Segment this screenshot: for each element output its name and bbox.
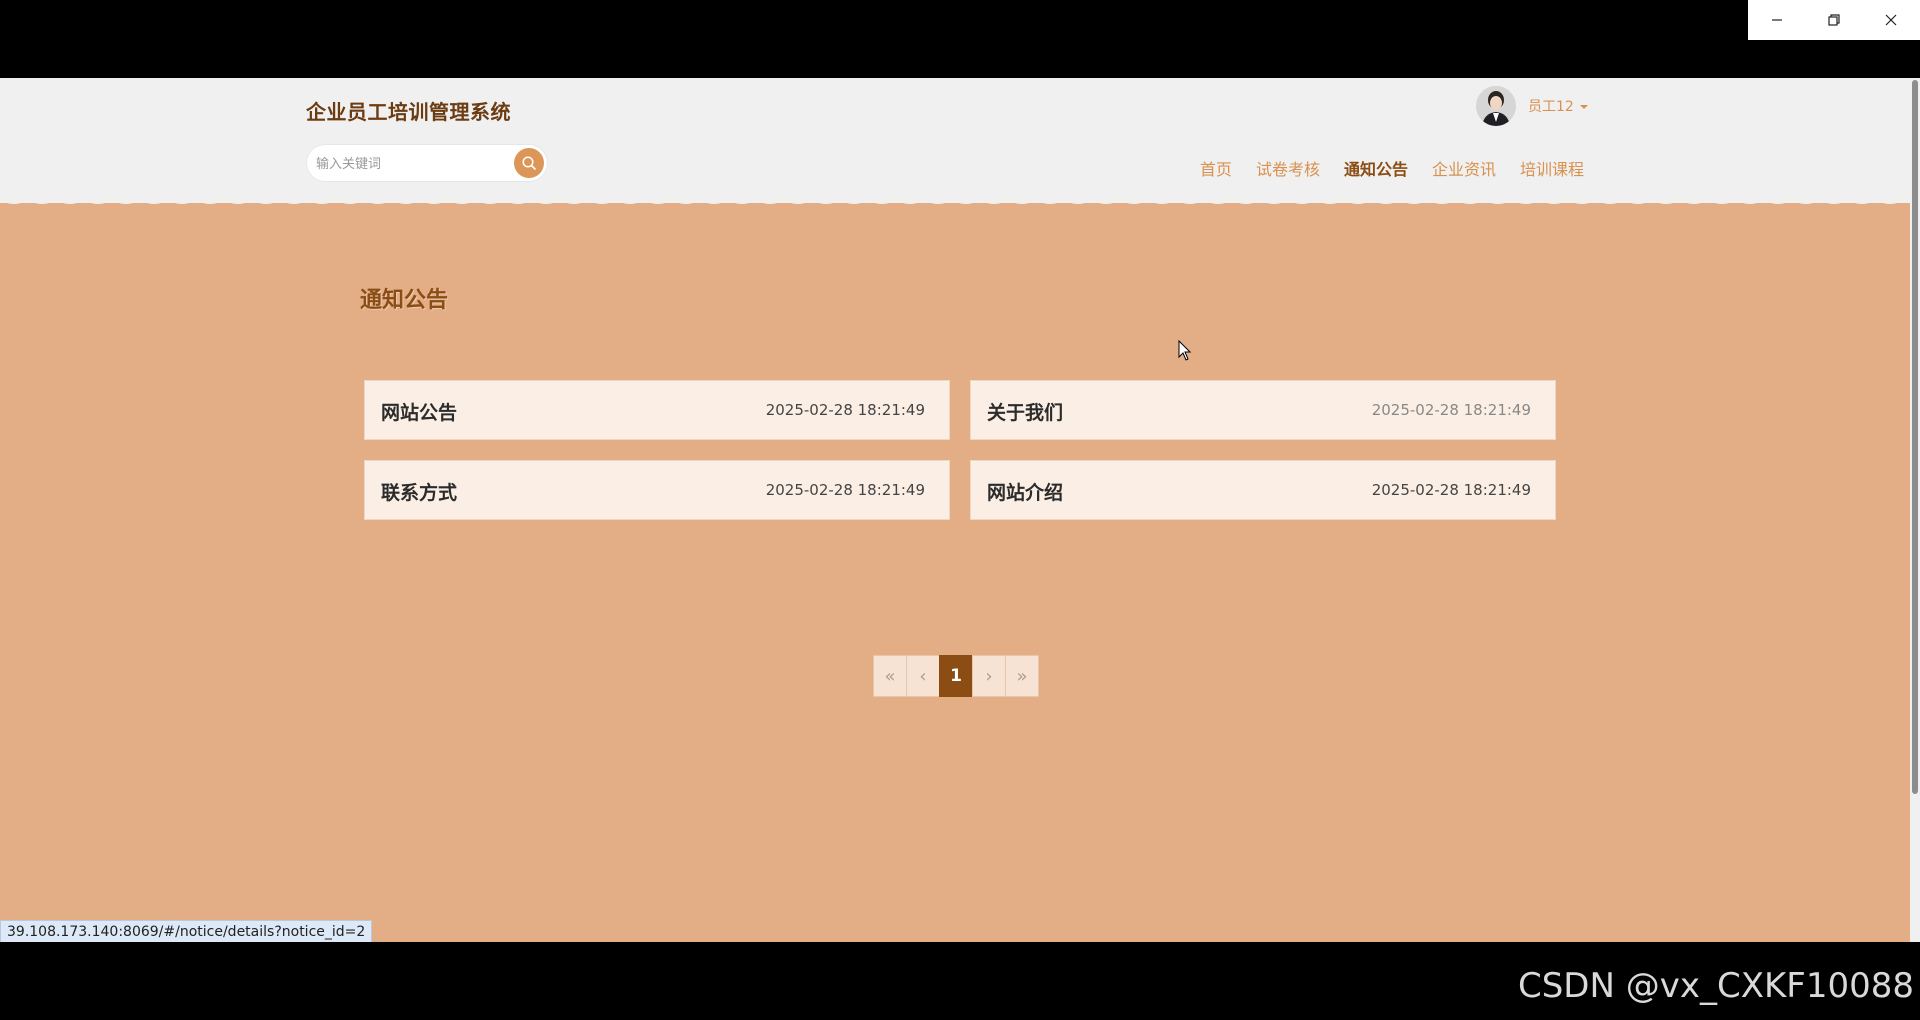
- status-bar-url: 39.108.173.140:8069/#/notice/details?not…: [0, 920, 373, 942]
- notice-title: 网站介绍: [987, 482, 1064, 504]
- notice-title: 关于我们: [987, 402, 1064, 424]
- search-input[interactable]: [314, 152, 508, 176]
- header-wave-divider: [0, 190, 1910, 204]
- window-titlebar: [0, 0, 1920, 78]
- notice-title: 网站公告: [381, 402, 458, 424]
- vertical-scrollbar[interactable]: [1910, 78, 1920, 942]
- page-title: 通知公告: [360, 288, 449, 313]
- watermark: CSDN @vx_CXKF10088: [1517, 966, 1914, 1006]
- mouse-cursor-icon: [1178, 340, 1192, 361]
- nav-courses[interactable]: 培训课程: [1508, 156, 1596, 180]
- user-menu[interactable]: 员工12: [1476, 85, 1588, 127]
- notice-title: 联系方式: [381, 482, 458, 504]
- notice-card[interactable]: 网站介绍 2025-02-28 18:21:49: [970, 460, 1556, 520]
- avatar: [1476, 86, 1516, 126]
- search-icon: [522, 156, 536, 170]
- site-title[interactable]: 企业员工培训管理系统: [306, 96, 511, 125]
- nav-exam[interactable]: 试卷考核: [1244, 156, 1332, 180]
- notice-time: 2025-02-28 18:21:49: [1371, 481, 1531, 499]
- notice-card[interactable]: 联系方式 2025-02-28 18:21:49: [364, 460, 950, 520]
- last-page-button[interactable]: »: [1005, 655, 1039, 697]
- nav-notice[interactable]: 通知公告: [1332, 156, 1420, 180]
- main-nav: 首页 试卷考核 通知公告 企业资讯 培训课程: [1188, 156, 1596, 180]
- user-name: 员工12: [1528, 99, 1574, 115]
- prev-page-button[interactable]: ‹: [906, 655, 940, 697]
- notice-time: 2025-02-28 18:21:49: [765, 481, 925, 499]
- notice-card[interactable]: 网站公告 2025-02-28 18:21:49: [364, 380, 950, 440]
- restore-icon: [1827, 14, 1840, 26]
- caret-down-icon: [1579, 105, 1588, 109]
- minimize-icon: [1771, 19, 1782, 21]
- close-icon: [1885, 14, 1896, 26]
- browser-viewport: 企业员工培训管理系统 员工12: [0, 78, 1920, 942]
- window-controls: [1748, 0, 1920, 40]
- notice-time: 2025-02-28 18:21:49: [1371, 401, 1531, 419]
- search-box: [306, 144, 548, 182]
- nav-news[interactable]: 企业资讯: [1420, 156, 1508, 180]
- first-page-button[interactable]: «: [873, 655, 907, 697]
- pagination: « ‹ 1 › »: [873, 655, 1039, 697]
- current-page-button[interactable]: 1: [939, 655, 973, 697]
- minimize-button[interactable]: [1748, 0, 1805, 40]
- next-page-button[interactable]: ›: [972, 655, 1006, 697]
- close-button[interactable]: [1862, 0, 1919, 40]
- notice-time: 2025-02-28 18:21:49: [765, 401, 925, 419]
- restore-button[interactable]: [1805, 0, 1862, 40]
- site-header: 企业员工培训管理系统 员工12: [0, 78, 1910, 203]
- nav-home[interactable]: 首页: [1188, 156, 1244, 180]
- search-button[interactable]: [514, 148, 544, 178]
- scrollbar-thumb[interactable]: [1912, 80, 1918, 794]
- notice-card[interactable]: 关于我们 2025-02-28 18:21:49: [970, 380, 1556, 440]
